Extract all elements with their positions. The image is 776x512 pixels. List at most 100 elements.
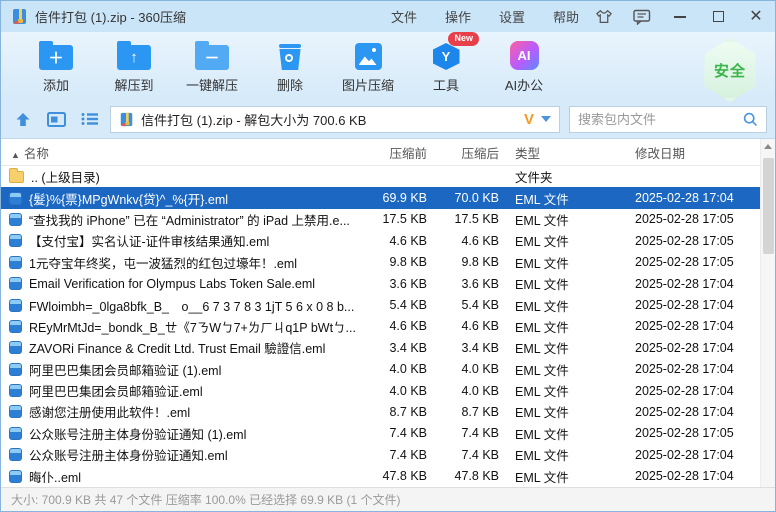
file-modified: 2025-02-28 17:05 bbox=[627, 212, 760, 226]
column-header-size-before[interactable]: 压缩前 bbox=[361, 143, 431, 162]
table-row[interactable]: {髮}%{票}MPgWnkv{贷}^_%{开}.eml 69.9 KB 70.0… bbox=[1, 187, 760, 208]
menu-help[interactable]: 帮助 bbox=[553, 7, 579, 26]
file-name: Email Verification for Olympus Labs Toke… bbox=[29, 277, 315, 291]
eml-file-icon bbox=[9, 234, 22, 247]
app-window: 信件打包 (1).zip - 360压缩 文件 操作 设置 帮助 bbox=[0, 0, 776, 512]
extract-to-button[interactable]: ↑ 解压到 bbox=[95, 40, 173, 94]
size-after: 47.8 KB bbox=[431, 469, 503, 483]
search-input[interactable] bbox=[578, 112, 737, 127]
image-compress-button[interactable]: 图片压缩 bbox=[329, 40, 407, 94]
size-before: 4.0 KB bbox=[361, 384, 431, 398]
file-type: EML 文件 bbox=[503, 338, 627, 357]
table-row[interactable]: 晦仆..eml 47.8 KB 47.8 KB EML 文件 2025-02-2… bbox=[1, 465, 760, 486]
archive-path-combobox[interactable]: 信件打包 (1).zip - 解包大小为 700.6 KB V bbox=[110, 106, 560, 133]
maximize-button[interactable] bbox=[707, 6, 729, 28]
search-box[interactable] bbox=[569, 106, 767, 133]
table-header-row: ▲名称 压缩前 压缩后 类型 修改日期 bbox=[1, 139, 775, 166]
file-name: {髮}%{票}MPgWnkv{贷}^_%{开}.eml bbox=[29, 189, 228, 208]
file-modified: 2025-02-28 17:04 bbox=[627, 298, 760, 312]
column-header-name[interactable]: ▲名称 bbox=[1, 143, 361, 162]
scroll-up-button[interactable] bbox=[761, 139, 776, 154]
tools-button[interactable]: New Y 工具 bbox=[407, 40, 485, 94]
size-before: 4.6 KB bbox=[361, 234, 431, 248]
table-row[interactable]: .. (上级目录) 文件夹 bbox=[1, 166, 760, 187]
status-bar: 大小: 700.9 KB 共 47 个文件 压缩率 100.0% 已经选择 69… bbox=[1, 487, 775, 511]
one-click-extract-button[interactable]: － 一键解压 bbox=[173, 40, 251, 94]
ai-office-button[interactable]: AI AI办公 bbox=[485, 40, 563, 94]
size-after: 3.6 KB bbox=[431, 277, 503, 291]
file-type: EML 文件 bbox=[503, 253, 627, 272]
minimize-icon bbox=[674, 16, 686, 18]
eml-file-icon bbox=[9, 299, 22, 312]
table-row[interactable]: 公众账号注册主体身份验证通知.eml 7.4 KB 7.4 KB EML 文件 … bbox=[1, 444, 760, 465]
table-row[interactable]: ZAVORi Finance & Credit Ltd. Trust Email… bbox=[1, 337, 760, 358]
size-after: 7.4 KB bbox=[431, 448, 503, 462]
table-row[interactable]: 1元夺宝年终奖，屯一波猛烈的红包过壕年！.eml 9.8 KB 9.8 KB E… bbox=[1, 252, 760, 273]
sort-ascending-icon: ▲ bbox=[11, 150, 20, 160]
size-before: 17.5 KB bbox=[361, 212, 431, 226]
menu-file[interactable]: 文件 bbox=[391, 7, 417, 26]
file-modified: 2025-02-28 17:04 bbox=[627, 384, 760, 398]
file-modified: 2025-02-28 17:04 bbox=[627, 319, 760, 333]
minimize-button[interactable] bbox=[669, 6, 691, 28]
vip-v-icon[interactable]: V bbox=[524, 111, 534, 128]
size-before: 69.9 KB bbox=[361, 191, 431, 205]
size-after: 4.0 KB bbox=[431, 384, 503, 398]
folder-icon bbox=[9, 171, 24, 183]
vertical-scrollbar[interactable] bbox=[760, 139, 775, 512]
size-before: 5.4 KB bbox=[361, 298, 431, 312]
eml-file-icon bbox=[9, 470, 22, 483]
folder-extract-icon: ↑ bbox=[117, 40, 151, 70]
eml-file-icon bbox=[9, 341, 22, 354]
scrollbar-thumb[interactable] bbox=[763, 158, 774, 254]
title-bar: 信件打包 (1).zip - 360压缩 文件 操作 设置 帮助 bbox=[1, 1, 775, 32]
delete-button[interactable]: 删除 bbox=[251, 40, 329, 94]
zip-file-icon bbox=[119, 112, 134, 127]
tshirt-icon bbox=[595, 9, 613, 25]
size-before: 3.6 KB bbox=[361, 277, 431, 291]
table-row[interactable]: REyMrMtJd=_bondk_B_ㄝ《7ㄋWㄅ7+ㄌㄏㄐq1P bWtㄅ..… bbox=[1, 316, 760, 337]
column-header-size-after[interactable]: 压缩后 bbox=[431, 143, 503, 162]
table-row[interactable]: 感谢您注册使用此软件！.eml 8.7 KB 8.7 KB EML 文件 202… bbox=[1, 401, 760, 422]
table-row[interactable]: 阿里巴巴集团会员邮箱验证.eml 4.0 KB 4.0 KB EML 文件 20… bbox=[1, 380, 760, 401]
file-modified: 2025-02-28 17:04 bbox=[627, 448, 760, 462]
table-row[interactable]: “查找我的 iPhone” 已在 “Administrator” 的 iPad … bbox=[1, 209, 760, 230]
list-view-button[interactable] bbox=[77, 107, 101, 131]
table-row[interactable]: Email Verification for Olympus Labs Toke… bbox=[1, 273, 760, 294]
archive-path-text: 信件打包 (1).zip - 解包大小为 700.6 KB bbox=[141, 110, 517, 129]
size-after: 5.4 KB bbox=[431, 298, 503, 312]
eml-file-icon bbox=[9, 320, 22, 333]
table-row[interactable]: 公众账号注册主体身份验证通知 (1).eml 7.4 KB 7.4 KB EML… bbox=[1, 423, 760, 444]
eml-file-icon bbox=[9, 213, 22, 226]
size-before: 7.4 KB bbox=[361, 448, 431, 462]
combobox-dropdown-arrow[interactable] bbox=[541, 116, 551, 122]
feedback-button[interactable] bbox=[631, 6, 653, 28]
skin-button[interactable] bbox=[593, 6, 615, 28]
folder-add-icon: ＋ bbox=[39, 40, 73, 70]
menu-settings[interactable]: 设置 bbox=[499, 7, 525, 26]
menu-actions[interactable]: 操作 bbox=[445, 7, 471, 26]
column-header-type[interactable]: 类型 bbox=[503, 143, 627, 162]
size-after: 3.4 KB bbox=[431, 341, 503, 355]
file-type: EML 文件 bbox=[503, 467, 627, 486]
safety-shield-label: 安全 bbox=[714, 60, 746, 81]
add-button[interactable]: ＋ 添加 bbox=[17, 40, 95, 94]
trash-recycle-icon bbox=[278, 40, 302, 70]
table-row[interactable]: 阿里巴巴集团会员邮箱验证 (1).eml 4.0 KB 4.0 KB EML 文… bbox=[1, 359, 760, 380]
table-row[interactable]: FWloimbh=_0lga8bfk_B_ o__6 7 3 7 8 3 1jT… bbox=[1, 294, 760, 315]
file-type: EML 文件 bbox=[503, 189, 627, 208]
file-type: EML 文件 bbox=[503, 402, 627, 421]
table-row[interactable]: 【支付宝】实名认证-证件审核结果通知.eml 4.6 KB 4.6 KB EML… bbox=[1, 230, 760, 251]
column-header-modified[interactable]: 修改日期 bbox=[627, 143, 760, 162]
up-level-button[interactable] bbox=[11, 107, 35, 131]
file-type: EML 文件 bbox=[503, 424, 627, 443]
close-button[interactable]: ✕ bbox=[745, 6, 767, 28]
file-modified: 2025-02-28 17:04 bbox=[627, 191, 760, 205]
search-icon[interactable] bbox=[743, 112, 758, 127]
file-type: EML 文件 bbox=[503, 296, 627, 315]
eml-file-icon bbox=[9, 427, 22, 440]
list-view-icon bbox=[81, 112, 98, 126]
preview-pane-button[interactable] bbox=[44, 107, 68, 131]
safety-shield-badge[interactable]: 安全 bbox=[701, 38, 759, 102]
window-controls: ✕ bbox=[593, 6, 767, 28]
